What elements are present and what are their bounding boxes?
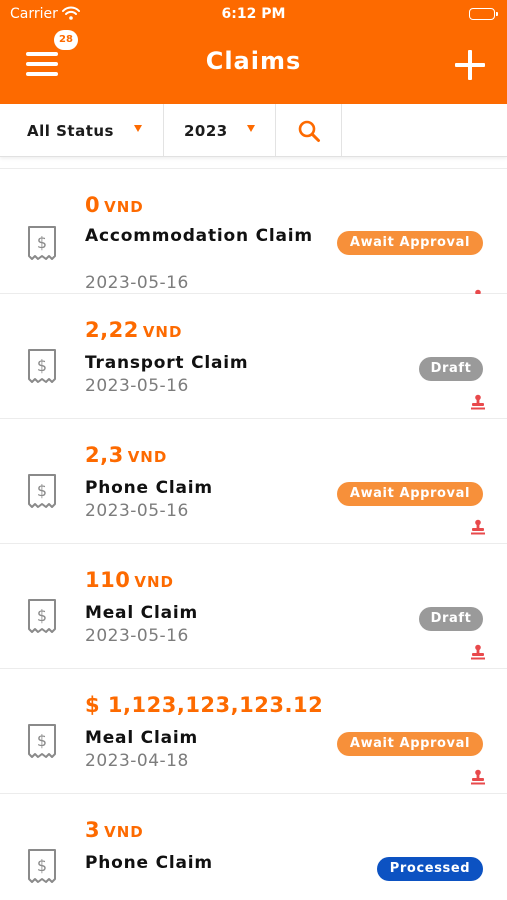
year-filter-value: 2023 — [184, 122, 228, 140]
status-badge: Await Approval — [337, 482, 483, 506]
claim-amount: 110 VND — [85, 568, 174, 592]
receipt-icon: $ — [28, 849, 56, 883]
receipt-icon: $ — [28, 474, 56, 508]
clock: 6:12 PM — [221, 6, 286, 22]
status-badge: Draft — [419, 607, 483, 631]
add-claim-button[interactable] — [455, 50, 485, 80]
claim-amount-value: $ 1,123,123,123.12 — [85, 693, 324, 717]
filter-bar: All Status 2023 — [0, 104, 507, 157]
svg-text:$: $ — [37, 233, 47, 252]
app-header: Carrier 6:12 PM 28 Claims — [0, 0, 507, 104]
claim-currency: VND — [104, 198, 144, 216]
status-filter-value: All Status — [27, 122, 114, 140]
stamp-icon[interactable] — [471, 769, 485, 785]
claim-list-item[interactable]: $ 2,22 VND Transport Claim 2023-05-16 Dra… — [0, 294, 507, 419]
claim-currency: VND — [104, 823, 144, 841]
claim-currency: VND — [134, 573, 174, 591]
claim-name: Transport Claim — [85, 353, 249, 373]
claim-amount: $ 1,123,123,123.12 — [85, 693, 327, 717]
claim-amount-value: 2,22 — [85, 318, 139, 342]
claim-date: 2023-05-16 — [85, 626, 189, 646]
claim-currency: VND — [142, 323, 183, 341]
receipt-icon: $ — [28, 349, 56, 383]
search-icon — [298, 120, 320, 142]
stamp-icon[interactable] — [471, 394, 485, 410]
claim-list-item[interactable]: $ 2,3 VND Phone Claim 2023-05-16 Await Ap… — [0, 419, 507, 544]
claim-amount: 0 VND — [85, 193, 144, 217]
claim-amount-value: 3 — [85, 818, 101, 842]
claim-date: 2023-05-16 — [85, 376, 189, 396]
claim-date: 2023-04-18 — [85, 751, 189, 771]
dropdown-caret-icon — [134, 125, 142, 132]
receipt-icon: $ — [28, 226, 56, 260]
claim-amount-value: 2,3 — [85, 443, 124, 467]
status-badge: Await Approval — [337, 732, 483, 756]
status-filter-dropdown[interactable]: All Status — [0, 104, 164, 156]
status-badge: Processed — [377, 857, 483, 881]
status-bar: Carrier 6:12 PM — [0, 0, 507, 28]
claim-list-item[interactable]: $ 110 VND Meal Claim 2023-05-16 Draft — [0, 544, 507, 669]
claim-name: Accommodation Claim — [85, 226, 313, 246]
status-badge: Await Approval — [337, 231, 483, 255]
svg-text:$: $ — [37, 606, 47, 625]
claim-amount-value: 110 — [85, 568, 131, 592]
claim-amount: 2,22 VND — [85, 318, 182, 342]
search-button[interactable] — [276, 104, 342, 156]
claim-list-item[interactable]: $ 0 VND Accommodation Claim 2023-05-16 Aw… — [0, 169, 507, 305]
claims-list[interactable]: $ 0 VND Accommodation Claim 2023-05-16 Aw… — [0, 168, 507, 890]
stamp-icon[interactable] — [471, 644, 485, 660]
claim-currency: VND — [127, 448, 168, 466]
receipt-icon: $ — [28, 599, 56, 633]
claim-name: Meal Claim — [85, 603, 198, 623]
svg-text:$: $ — [37, 356, 47, 375]
claim-amount: 2,3 VND — [85, 443, 167, 467]
dropdown-caret-icon — [247, 125, 255, 132]
claim-amount-value: 0 — [85, 193, 101, 217]
claim-name: Phone Claim — [85, 853, 213, 873]
claim-date: 2023-05-16 — [85, 501, 189, 521]
receipt-icon: $ — [28, 724, 56, 758]
svg-text:$: $ — [37, 856, 47, 875]
page-title: Claims — [205, 47, 302, 75]
claim-date: 2023-05-16 — [85, 273, 189, 293]
svg-text:$: $ — [37, 731, 47, 750]
svg-text:$: $ — [37, 481, 47, 500]
claim-name: Meal Claim — [85, 728, 198, 748]
stamp-icon[interactable] — [471, 519, 485, 535]
year-filter-dropdown[interactable]: 2023 — [164, 104, 276, 156]
claim-list-item[interactable]: $ $ 1,123,123,123.12 Meal Claim 2023-04-… — [0, 669, 507, 794]
claim-name: Phone Claim — [85, 478, 213, 498]
claim-list-item[interactable]: $ 3 VND Phone Claim Processed — [0, 794, 507, 890]
battery-icon — [469, 8, 498, 20]
status-badge: Draft — [419, 357, 483, 381]
claim-amount: 3 VND — [85, 818, 144, 842]
